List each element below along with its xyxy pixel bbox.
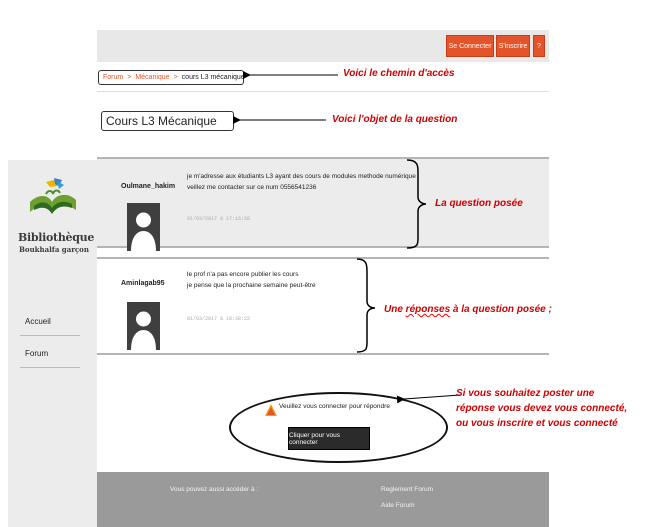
annotation-title: Voici l'objet de la question	[332, 114, 458, 125]
annotation-login-line: réponse vous devez vous connecté,	[456, 403, 628, 414]
annotation-login-line: ou vous inscrire et vous connecté	[456, 418, 618, 429]
annotation-reply: Une réponses à la question posée ;	[384, 304, 552, 315]
annotation-login-line: Si vous souhaitez poster une	[456, 388, 595, 399]
annotation-reply-underlined: réponses	[405, 304, 451, 315]
annotation-breadcrumb: Voici le chemin d'accès	[343, 68, 455, 79]
annotation-arrows-icon	[233, 71, 461, 404]
annotation-question: La question posée	[435, 198, 523, 209]
annotation-reply-suffix: à la question posée ;	[450, 304, 552, 315]
annotation-login: Si vous souhaitez poster une réponse vou…	[456, 386, 627, 431]
annotation-reply-prefix: Une	[384, 304, 406, 315]
